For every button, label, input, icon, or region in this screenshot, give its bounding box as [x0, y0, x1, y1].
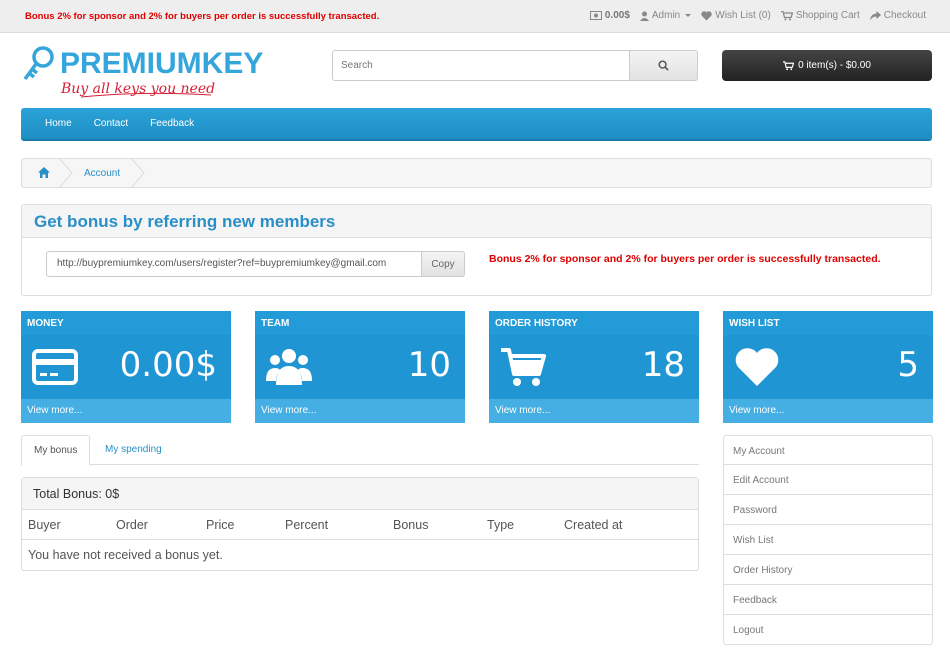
cart-button[interactable]: 0 item(s) - $0.00 — [722, 50, 932, 81]
referral-message: Bonus 2% for sponsor and 2% for buyers p… — [489, 253, 881, 265]
column-header: Buyer — [28, 518, 61, 532]
tab-my-spending[interactable]: My spending — [93, 435, 174, 465]
tab-my-bonus[interactable]: My bonus — [21, 435, 91, 466]
sidebar-item-wish-list[interactable]: Wish List — [723, 525, 933, 555]
search-icon — [658, 60, 669, 71]
cart-summary: 0 item(s) - $0.00 — [798, 60, 871, 71]
top-bar: Bonus 2% for sponsor and 2% for buyers p… — [0, 0, 950, 33]
credit-card-icon — [32, 349, 78, 385]
nav-contact[interactable]: Contact — [94, 118, 128, 129]
tile-value: 18 — [641, 345, 685, 385]
top-nav: 0.00$ Admin Wish List (0) Shopping Cart … — [589, 10, 926, 21]
cart-icon — [501, 348, 546, 386]
tile-more-label: View more... — [261, 405, 317, 416]
home-icon[interactable] — [38, 167, 50, 178]
main-nav: Home Contact Feedback — [21, 108, 932, 141]
column-header: Created at — [564, 518, 623, 532]
tile-value: 5 — [897, 345, 919, 385]
total-bonus: Total Bonus: 0$ — [22, 478, 698, 510]
promo-text: Bonus 2% for sponsor and 2% for buyers p… — [25, 11, 380, 22]
tile-value: 10 — [407, 345, 451, 385]
tile-title: MONEY — [27, 318, 64, 329]
checkout-label: Checkout — [883, 10, 926, 21]
balance-link[interactable]: 0.00$ — [589, 10, 630, 21]
bonus-panel: Total Bonus: 0$ Buyer Order Price Percen… — [21, 477, 699, 571]
heart-icon — [701, 10, 712, 21]
key-icon — [23, 46, 54, 81]
tile-more-link[interactable]: View more... — [489, 399, 699, 423]
tile-title: WISH LIST — [729, 318, 780, 329]
search-button[interactable] — [630, 50, 698, 81]
tile-value: 0.00$ — [119, 345, 217, 385]
table-header: Buyer Order Price Percent Bonus Type Cre… — [22, 510, 698, 540]
tile-body: 0.00$ — [21, 335, 231, 399]
logo-text: PREMIUMKEY — [60, 47, 263, 80]
referral-link-field[interactable]: http://buypremiumkey.com/users/register?… — [46, 251, 422, 277]
site-logo[interactable]: PREMIUMKEY Buy all keys you need — [21, 45, 301, 100]
tile-more-label: View more... — [495, 405, 551, 416]
nav-feedback[interactable]: Feedback — [150, 118, 194, 129]
referral-panel: Get bonus by referring new members http:… — [21, 204, 932, 296]
column-header: Type — [487, 518, 515, 532]
tile-body: 10 — [255, 335, 465, 399]
column-header: Order — [116, 518, 148, 532]
admin-menu[interactable]: Admin — [639, 10, 692, 21]
search-input[interactable] — [332, 50, 630, 81]
bonus-tabs: My bonus My spending — [21, 435, 699, 466]
breadcrumb-separator — [58, 158, 73, 188]
sidebar-item-my-account[interactable]: My Account — [723, 435, 933, 465]
tile-body: 5 — [723, 335, 933, 399]
account-sidebar: My Account Edit Account Password Wish Li… — [723, 435, 933, 645]
tile-title: ORDER HISTORY — [495, 318, 578, 329]
tile-more-label: View more... — [729, 405, 785, 416]
column-header: Bonus — [393, 518, 429, 532]
nav-home[interactable]: Home — [45, 118, 72, 129]
shopping-cart-label: Shopping Cart — [795, 10, 860, 21]
column-header: Percent — [285, 518, 329, 532]
cart-icon — [780, 10, 793, 20]
logo-tagline: Buy all keys you need — [60, 81, 215, 97]
user-icon — [639, 11, 649, 21]
tile-more-label: View more... — [27, 405, 83, 416]
sidebar-item-feedback[interactable]: Feedback — [723, 585, 933, 615]
tile-money: MONEY 0.00$ View more... — [21, 311, 231, 423]
breadcrumb-account[interactable]: Account — [84, 168, 120, 179]
tile-more-link[interactable]: View more... — [21, 399, 231, 423]
logo-graphic: PREMIUMKEY Buy all keys you need — [23, 46, 263, 98]
balance-value: 0.00$ — [604, 10, 630, 21]
breadcrumb: Account — [21, 158, 932, 188]
tile-more-link[interactable]: View more... — [255, 399, 465, 423]
wishlist-link[interactable]: Wish List (0) — [701, 10, 771, 21]
table-row: You have not received a bonus yet. — [22, 540, 698, 570]
tile-order-history: ORDER HISTORY 18 View more... — [489, 311, 699, 423]
sidebar-item-edit-account[interactable]: Edit Account — [723, 465, 933, 495]
breadcrumb-separator — [130, 158, 145, 188]
column-header: Price — [206, 518, 235, 532]
copy-button[interactable]: Copy — [422, 251, 465, 277]
sidebar-item-password[interactable]: Password — [723, 495, 933, 525]
sidebar-item-order-history[interactable]: Order History — [723, 555, 933, 585]
heart-icon — [735, 348, 779, 386]
referral-title: Get bonus by referring new members — [22, 205, 931, 238]
search-bar — [332, 50, 698, 81]
share-icon — [869, 10, 881, 20]
chevron-down-icon — [685, 14, 692, 17]
wishlist-label: Wish List (0) — [715, 10, 771, 21]
tile-wish-list: WISH LIST 5 View more... — [723, 311, 933, 423]
checkout-link[interactable]: Checkout — [869, 10, 926, 21]
shopping-cart-link[interactable]: Shopping Cart — [780, 10, 860, 21]
cart-icon — [783, 60, 795, 70]
admin-label: Admin — [651, 10, 681, 21]
tile-more-link[interactable]: View more... — [723, 399, 933, 423]
tile-team: TEAM 10 View more... — [255, 311, 465, 423]
sidebar-item-logout[interactable]: Logout — [723, 615, 933, 645]
tile-body: 18 — [489, 335, 699, 399]
users-icon — [266, 349, 312, 385]
tile-title: TEAM — [261, 318, 290, 329]
empty-message: You have not received a bonus yet. — [28, 548, 223, 562]
money-icon — [589, 11, 602, 20]
